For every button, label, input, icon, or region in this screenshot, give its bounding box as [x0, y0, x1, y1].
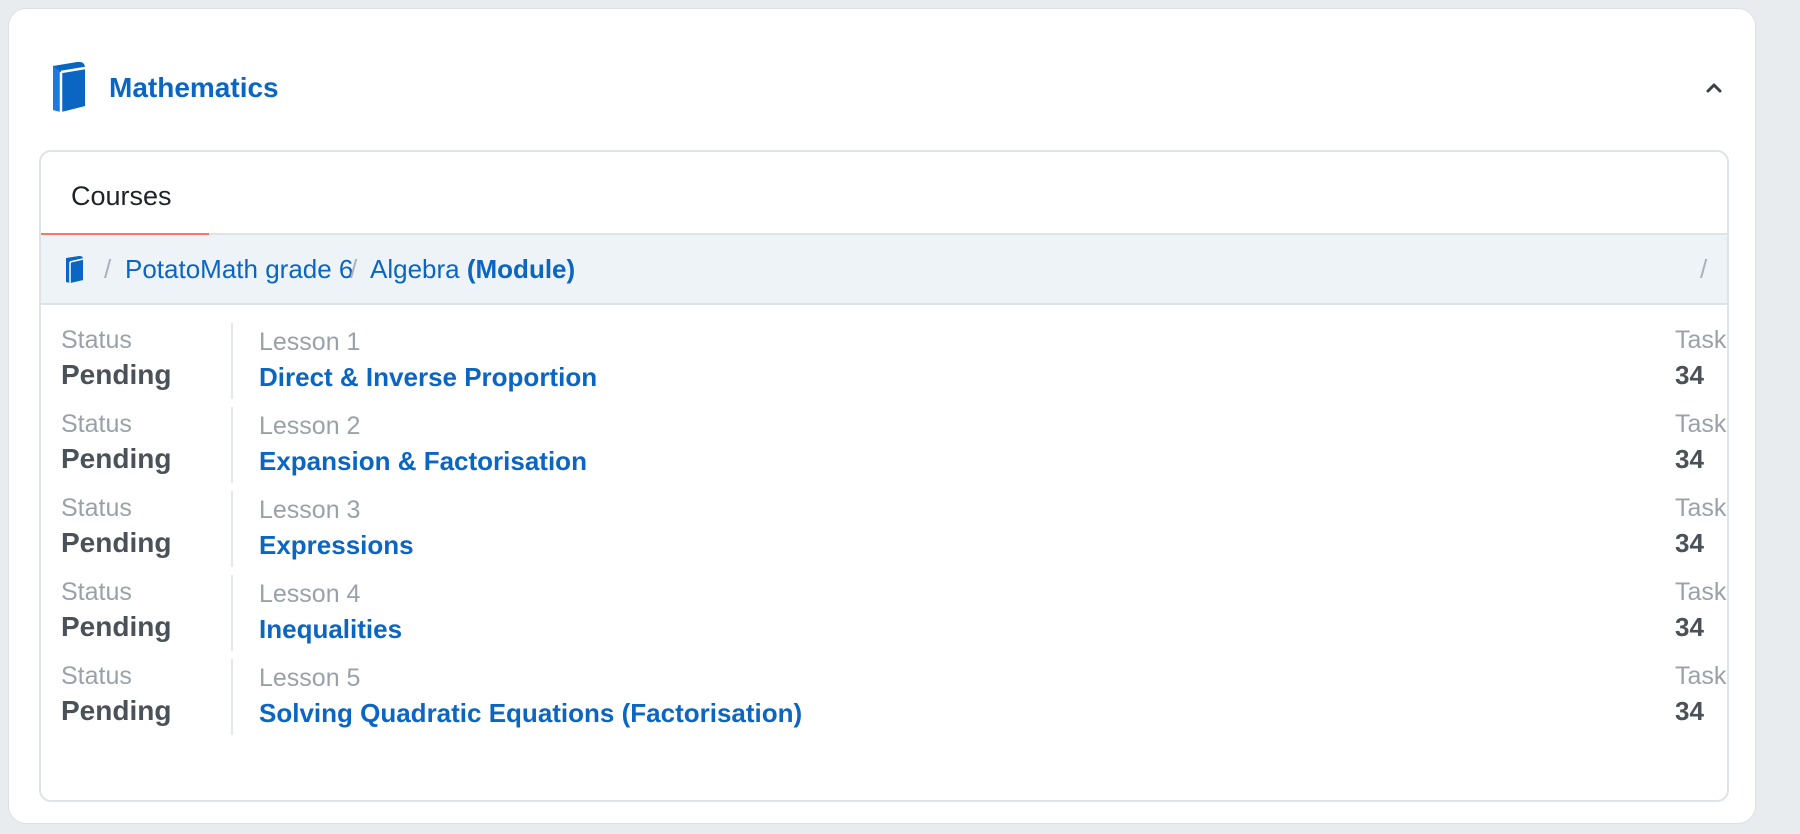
breadcrumb-item-course[interactable]: PotatoMath grade 6	[125, 253, 353, 285]
status-label: Status	[61, 662, 132, 690]
status-value: Pending	[61, 695, 172, 726]
row-divider	[231, 323, 233, 399]
subject-card: Mathematics Courses / PotatoMath grade 6…	[8, 8, 1756, 824]
book-icon[interactable]	[64, 255, 88, 285]
status-label: Status	[61, 578, 132, 606]
tasks-label: Tasks	[1675, 494, 1727, 522]
lesson-row[interactable]: Status Pending Lesson 3 Expressions Task…	[41, 491, 1727, 573]
tab-bar: Courses	[41, 152, 1727, 237]
status-label: Status	[61, 494, 132, 522]
row-divider	[231, 575, 233, 651]
row-divider	[231, 407, 233, 483]
lesson-title-link[interactable]: Direct & Inverse Proportion	[259, 361, 597, 393]
lesson-row[interactable]: Status Pending Lesson 1 Direct & Inverse…	[41, 323, 1727, 405]
breadcrumb-module-name: Algebra	[370, 254, 460, 284]
tasks-count: 34	[1675, 444, 1704, 474]
tasks-count: 34	[1675, 696, 1704, 726]
lesson-title-link[interactable]: Expressions	[259, 529, 414, 561]
breadcrumb-separator: /	[350, 254, 358, 284]
row-divider	[231, 659, 233, 735]
lesson-number: Lesson 2	[259, 412, 361, 440]
lesson-title-link[interactable]: Inequalities	[259, 613, 402, 645]
courses-panel: Courses / PotatoMath grade 6 / Algebra (…	[39, 150, 1729, 802]
breadcrumb: / PotatoMath grade 6 / Algebra (Module) …	[41, 235, 1727, 305]
tasks-count: 34	[1675, 528, 1704, 558]
breadcrumb-item-module[interactable]: Algebra (Module)	[370, 253, 575, 285]
tab-label: Courses	[71, 181, 172, 211]
status-value: Pending	[61, 527, 172, 558]
chevron-up-icon[interactable]	[1697, 71, 1731, 105]
status-value: Pending	[61, 611, 172, 642]
status-label: Status	[61, 326, 132, 354]
breadcrumb-trailing-separator: /	[1700, 254, 1708, 284]
tasks-label: Tasks	[1675, 326, 1727, 354]
lesson-number: Lesson 5	[259, 664, 361, 692]
tasks-label: Tasks	[1675, 578, 1727, 606]
status-value: Pending	[61, 359, 172, 390]
lesson-row[interactable]: Status Pending Lesson 2 Expansion & Fact…	[41, 407, 1727, 489]
lesson-title-link[interactable]: Expansion & Factorisation	[259, 445, 587, 477]
subject-title[interactable]: Mathematics	[109, 71, 279, 105]
tasks-label: Tasks	[1675, 410, 1727, 438]
breadcrumb-separator: /	[104, 254, 112, 284]
tasks-count: 34	[1675, 612, 1704, 642]
lesson-title-link[interactable]: Solving Quadratic Equations (Factorisati…	[259, 697, 802, 729]
status-value: Pending	[61, 443, 172, 474]
subject-header[interactable]: Mathematics	[9, 9, 1755, 155]
tasks-label: Tasks	[1675, 662, 1727, 690]
book-icon	[49, 60, 95, 116]
tab-courses[interactable]: Courses	[41, 152, 209, 237]
lesson-number: Lesson 1	[259, 328, 361, 356]
lesson-number: Lesson 3	[259, 496, 361, 524]
status-label: Status	[61, 410, 132, 438]
lesson-number: Lesson 4	[259, 580, 361, 608]
lesson-row[interactable]: Status Pending Lesson 5 Solving Quadrati…	[41, 659, 1727, 741]
row-divider	[231, 491, 233, 567]
tasks-count: 34	[1675, 360, 1704, 390]
lesson-row[interactable]: Status Pending Lesson 4 Inequalities Tas…	[41, 575, 1727, 657]
breadcrumb-module-suffix: (Module)	[466, 254, 576, 284]
